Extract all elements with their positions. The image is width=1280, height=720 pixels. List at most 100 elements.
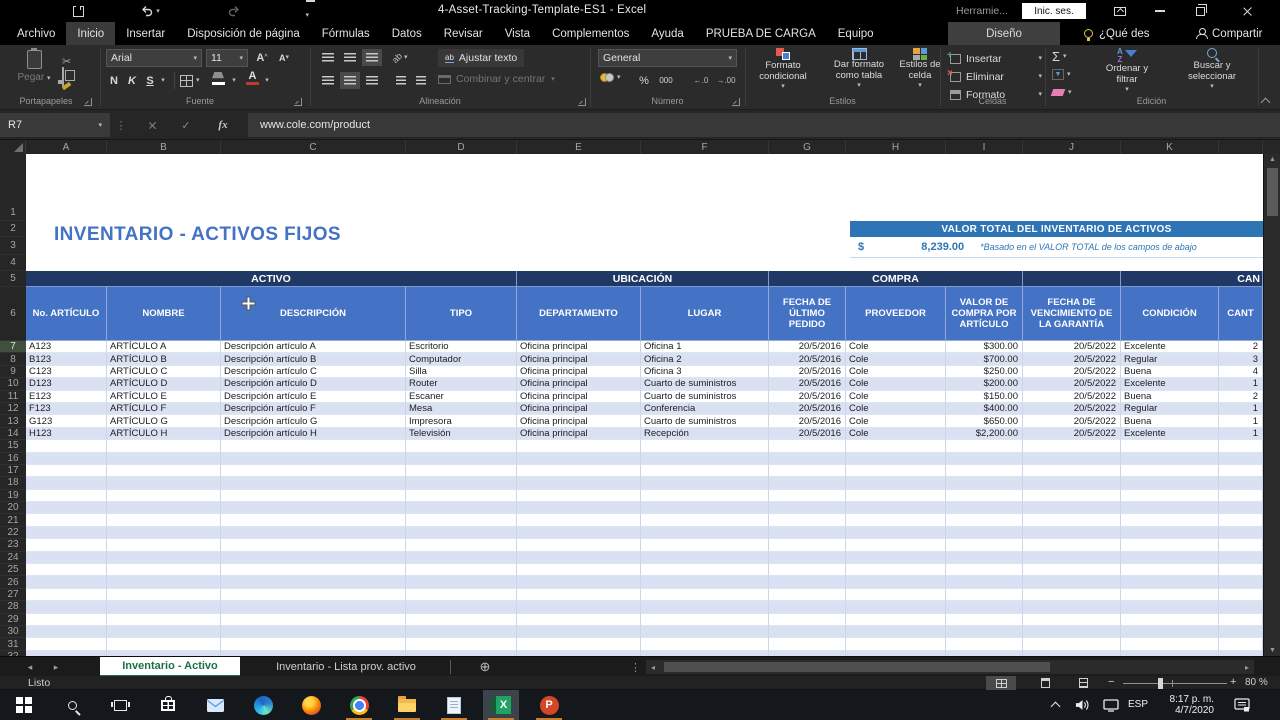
cell[interactable]: 1 (1219, 415, 1263, 427)
cell[interactable] (107, 502, 221, 514)
cell[interactable] (107, 638, 221, 650)
cell[interactable] (846, 564, 946, 576)
cell[interactable]: 20/5/2022 (1023, 415, 1121, 427)
column-header-cell[interactable]: LUGAR (641, 287, 769, 341)
cell[interactable] (517, 465, 641, 477)
customize-qat-icon[interactable]: ▾ (300, 3, 320, 19)
wrap-text-button[interactable]: abAjustar texto (438, 49, 524, 67)
cell[interactable]: A123 (26, 341, 107, 353)
column-header-cell[interactable]: PROVEEDOR (846, 287, 946, 341)
row-number[interactable]: 27 (0, 589, 26, 601)
cell[interactable] (517, 614, 641, 626)
cell[interactable]: Router (406, 378, 517, 390)
cell[interactable] (221, 626, 406, 638)
column-letter[interactable]: I (946, 140, 1023, 154)
cell[interactable] (641, 564, 769, 576)
cell[interactable] (107, 527, 221, 539)
cell[interactable]: $700.00 (946, 353, 1023, 365)
cell[interactable] (107, 490, 221, 502)
cell[interactable] (769, 614, 846, 626)
row-number[interactable]: 2 (0, 221, 26, 237)
cell[interactable] (1023, 564, 1121, 576)
cell[interactable]: $200.00 (946, 378, 1023, 390)
cell[interactable] (846, 539, 946, 551)
chrome-button[interactable] (347, 694, 371, 716)
cell[interactable] (517, 440, 641, 452)
cell[interactable] (221, 614, 406, 626)
cell[interactable] (517, 502, 641, 514)
cell[interactable] (846, 552, 946, 564)
cell[interactable] (846, 614, 946, 626)
cell[interactable] (26, 514, 107, 526)
cell[interactable]: Buena (1121, 391, 1219, 403)
paste-button[interactable]: Pegar ▾ (12, 50, 56, 83)
row-number[interactable]: 3 (0, 237, 26, 255)
sign-in-button[interactable]: Inic. ses. (1022, 3, 1086, 19)
cell[interactable] (1219, 502, 1263, 514)
alignment-dialog-launcher-icon[interactable] (578, 98, 586, 106)
column-header-cell[interactable]: NOMBRE (107, 287, 221, 341)
cell[interactable] (107, 626, 221, 638)
vertical-scrollbar[interactable]: ▲ ▼ (1263, 154, 1280, 656)
row-number[interactable]: 14 (0, 428, 26, 440)
cell[interactable]: Oficina principal (517, 403, 641, 415)
cell[interactable] (1121, 576, 1219, 588)
cell[interactable]: H123 (26, 428, 107, 440)
percent-style-button[interactable]: % (636, 72, 652, 89)
font-name-select[interactable]: Arial▾ (106, 49, 202, 67)
underline-button[interactable]: S (142, 72, 158, 89)
cell[interactable]: Oficina 3 (641, 366, 769, 378)
cell[interactable] (26, 477, 107, 489)
cell[interactable]: 1 (1219, 403, 1263, 415)
cell[interactable] (1121, 490, 1219, 502)
store-button[interactable] (156, 694, 180, 716)
cell[interactable] (1023, 490, 1121, 502)
cell[interactable] (641, 552, 769, 564)
group-header-cell[interactable]: COMPRA (769, 271, 1023, 287)
merge-center-button[interactable]: Combinar y centrar▾ (438, 73, 555, 85)
cell[interactable]: Cuarto de suministros (641, 378, 769, 390)
cell[interactable] (846, 638, 946, 650)
cell[interactable] (641, 514, 769, 526)
cell[interactable] (1219, 601, 1263, 613)
row-number[interactable]: 20 (0, 502, 26, 514)
column-letter[interactable]: G (769, 140, 846, 154)
cell[interactable] (641, 539, 769, 551)
enter-entry-icon[interactable]: ✓ (176, 113, 196, 137)
cell[interactable]: Cuarto de suministros (641, 415, 769, 427)
row-number[interactable]: 6 (0, 287, 26, 341)
cell[interactable] (1023, 626, 1121, 638)
cell[interactable] (1219, 453, 1263, 465)
cell[interactable]: 20/5/2016 (769, 391, 846, 403)
cell[interactable]: 3 (1219, 353, 1263, 365)
row-number[interactable]: 16 (0, 453, 26, 465)
new-sheet-icon[interactable]: ⊕ (474, 657, 496, 677)
cell[interactable]: Descripción artículo A (221, 341, 406, 353)
cell[interactable] (1219, 539, 1263, 551)
cell[interactable] (1219, 477, 1263, 489)
group-header-cell[interactable]: UBICACIÓN (517, 271, 769, 287)
cell[interactable] (406, 626, 517, 638)
cell[interactable] (1121, 638, 1219, 650)
cell[interactable] (517, 539, 641, 551)
column-letter-clipped[interactable] (1219, 140, 1263, 154)
cell[interactable] (1121, 564, 1219, 576)
cell[interactable] (1219, 614, 1263, 626)
sheet-tab-inventario-activo[interactable]: Inventario - Activo (100, 657, 240, 677)
cell[interactable] (1121, 440, 1219, 452)
cell[interactable] (769, 465, 846, 477)
cell[interactable] (846, 626, 946, 638)
cell[interactable] (1121, 527, 1219, 539)
cell[interactable]: Excelente (1121, 378, 1219, 390)
cell[interactable] (1219, 589, 1263, 601)
formula-input[interactable]: www.cole.com/product (248, 113, 1280, 137)
comma-style-button[interactable]: 000 (654, 72, 678, 89)
cell[interactable]: Mesa (406, 403, 517, 415)
cell-styles-button[interactable]: Estilos de celda▾ (898, 48, 942, 89)
cell[interactable]: $2,200.00 (946, 428, 1023, 440)
cell[interactable]: 4 (1219, 366, 1263, 378)
excel-button[interactable]: X (489, 694, 513, 716)
cell[interactable]: Descripción artículo H (221, 428, 406, 440)
cell[interactable]: Regular (1121, 403, 1219, 415)
cell[interactable] (517, 626, 641, 638)
